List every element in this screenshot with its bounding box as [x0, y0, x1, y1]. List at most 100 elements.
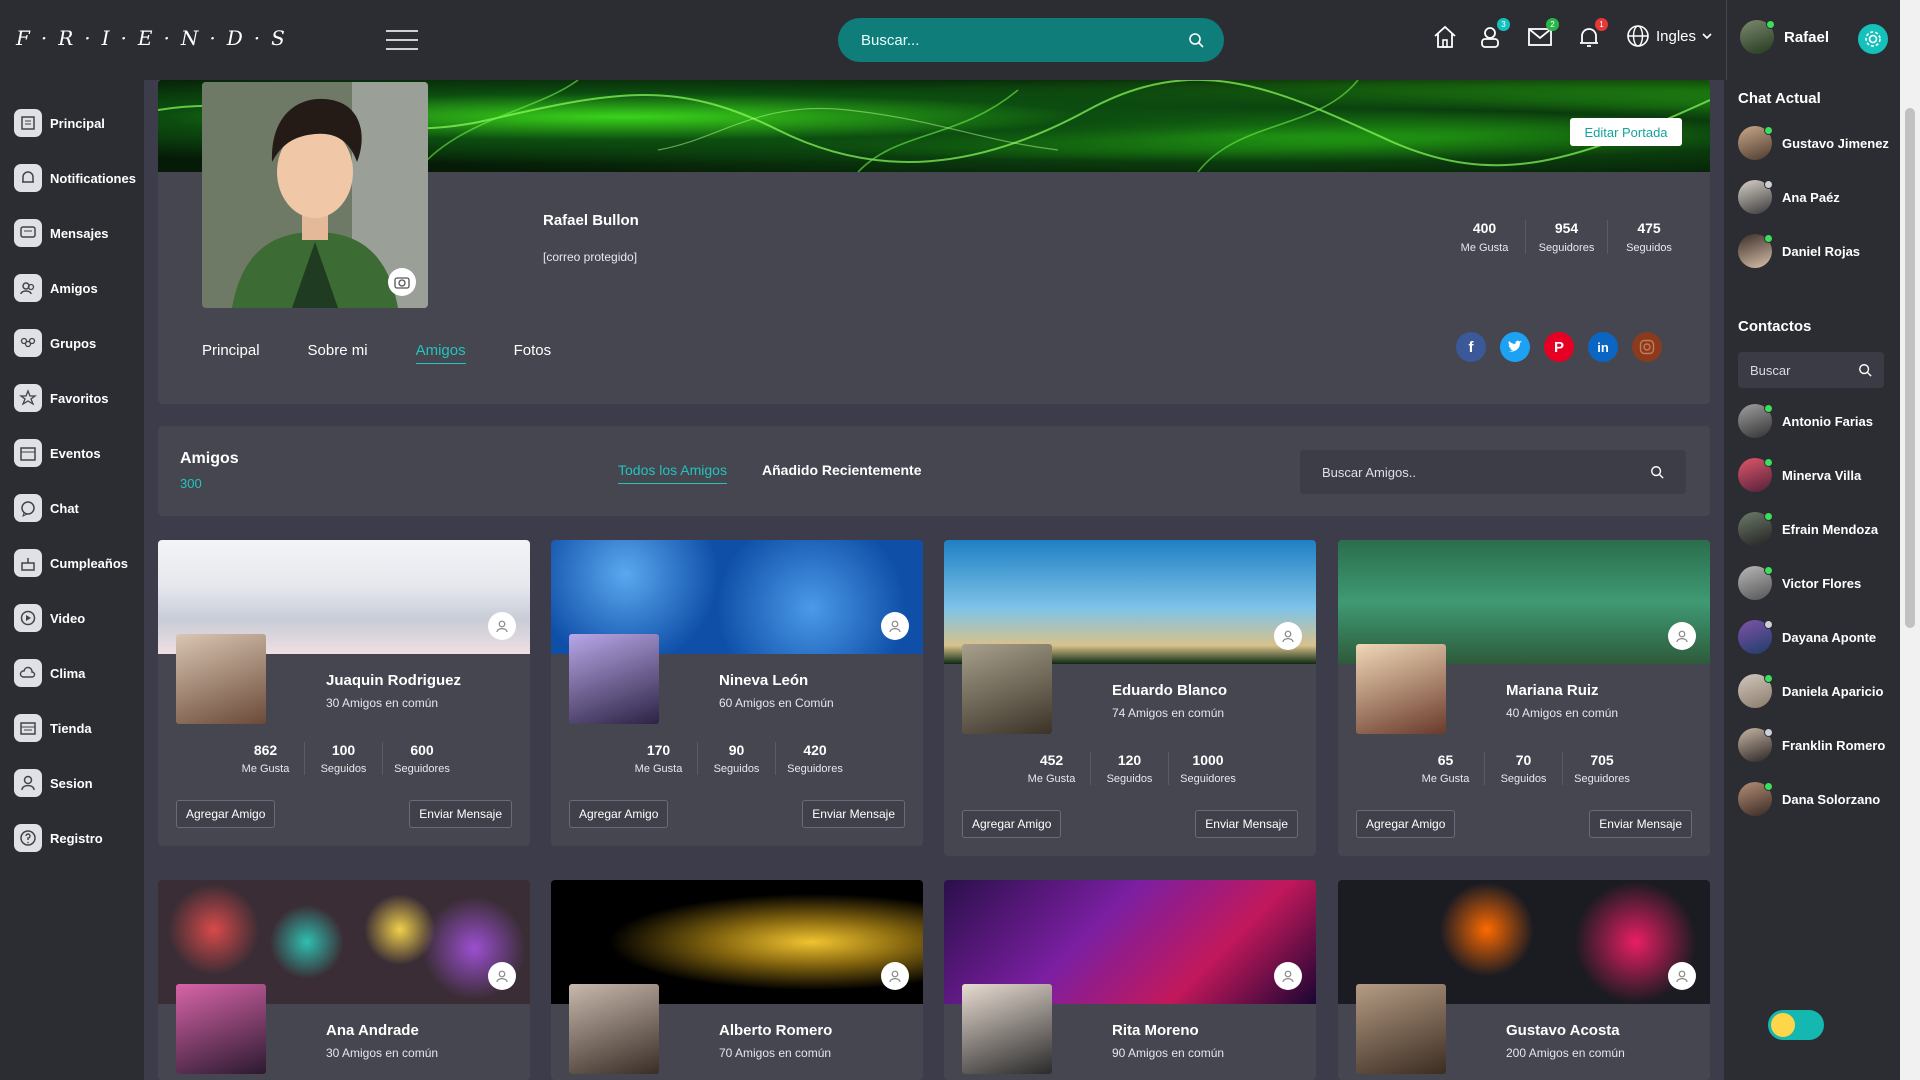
page-scrollbar[interactable] — [1900, 0, 1920, 1080]
friend-name[interactable]: Juaquin Rodriguez — [326, 672, 461, 689]
pinterest-icon[interactable]: P — [1544, 332, 1574, 362]
friend-name[interactable]: Ana Andrade — [326, 1022, 419, 1039]
send-message-button[interactable]: Enviar Mensaje — [409, 800, 512, 828]
send-message-button[interactable]: Enviar Mensaje — [802, 800, 905, 828]
avatar — [1738, 512, 1773, 546]
friends-search-input[interactable]: Buscar Amigos.. — [1300, 450, 1686, 494]
menu-toggle-icon[interactable] — [386, 30, 418, 50]
scrollbar-thumb[interactable] — [1905, 108, 1915, 628]
friend-avatar[interactable] — [1356, 644, 1446, 734]
friend-name[interactable]: Alberto Romero — [719, 1022, 832, 1039]
global-search-input[interactable]: Buscar... — [838, 18, 1224, 62]
send-message-button[interactable]: Enviar Mensaje — [1589, 810, 1692, 838]
stat-following: 475 Seguidos — [1626, 220, 1672, 254]
sidebar-item-video[interactable]: Video — [14, 603, 85, 633]
contact-item[interactable]: Gustavo Jimenez — [1738, 126, 1889, 160]
contact-item[interactable]: Franklin Romero — [1738, 728, 1885, 762]
home-icon — [14, 109, 42, 137]
search-icon[interactable] — [1858, 363, 1872, 377]
friend-avatar[interactable] — [962, 984, 1052, 1074]
contact-item[interactable]: Daniela Aparicio — [1738, 674, 1883, 708]
friend-avatar[interactable] — [176, 634, 266, 724]
contact-item[interactable]: Minerva Villa — [1738, 458, 1861, 492]
friend-name[interactable]: Gustavo Acosta — [1506, 1022, 1620, 1039]
tab-recent-friends[interactable]: Añadido Recientemente — [762, 462, 921, 478]
friend-name[interactable]: Nineva León — [719, 672, 808, 689]
sidebar-item-label: Grupos — [50, 335, 97, 351]
sidebar-item-cumpleanos[interactable]: Cumpleaños — [14, 548, 128, 578]
user-profile-icon[interactable] — [1668, 622, 1696, 650]
sidebar-item-chat[interactable]: Chat — [14, 493, 79, 523]
contact-item[interactable]: Antonio Farias — [1738, 404, 1873, 438]
search-icon[interactable] — [1650, 465, 1664, 479]
user-profile-icon[interactable] — [488, 962, 516, 990]
sidebar-item-registro[interactable]: Registro — [14, 823, 103, 853]
theme-toggle[interactable] — [1768, 1010, 1824, 1040]
tab-amigos[interactable]: Amigos — [415, 342, 466, 364]
contact-item[interactable]: Ana Paéz — [1738, 180, 1840, 214]
user-profile-icon[interactable] — [488, 612, 516, 640]
send-message-button[interactable]: Enviar Mensaje — [1195, 810, 1298, 838]
tab-all-friends[interactable]: Todos los Amigos — [618, 462, 727, 484]
friend-name[interactable]: Rita Moreno — [1112, 1022, 1199, 1039]
friend-name[interactable]: Eduardo Blanco — [1112, 682, 1227, 699]
user-profile-icon[interactable] — [881, 962, 909, 990]
sidebar-item-favoritos[interactable]: Favoritos — [14, 383, 109, 413]
friend-avatar[interactable] — [176, 984, 266, 1074]
friends-title: Amigos — [180, 450, 239, 467]
contact-item[interactable]: Dana Solorzano — [1738, 782, 1880, 816]
contact-item[interactable]: Efrain Mendoza — [1738, 512, 1878, 546]
friend-stat: 120 Seguidos — [1091, 752, 1169, 785]
user-profile-icon[interactable] — [1274, 962, 1302, 990]
contacts-search-input[interactable]: Buscar — [1738, 352, 1884, 388]
twitter-icon[interactable] — [1500, 332, 1530, 362]
friend-avatar[interactable] — [1356, 984, 1446, 1074]
user-profile-icon[interactable] — [1668, 962, 1696, 990]
bell-icon[interactable]: 1 — [1574, 18, 1608, 52]
friend-avatar[interactable] — [569, 984, 659, 1074]
friend-name[interactable]: Mariana Ruiz — [1506, 682, 1599, 699]
sidebar-item-sesion[interactable]: Sesion — [14, 768, 93, 798]
sidebar-item-tienda[interactable]: Tienda — [14, 713, 92, 743]
edit-cover-button[interactable]: Editar Portada — [1570, 118, 1682, 146]
tab-fotos[interactable]: Fotos — [514, 342, 552, 364]
sidebar-item-grupos[interactable]: Grupos — [14, 328, 96, 358]
user-profile-icon[interactable] — [881, 612, 909, 640]
sidebar-item-amigos[interactable]: Amigos — [14, 273, 98, 303]
add-friend-button[interactable]: Agregar Amigo — [962, 810, 1062, 838]
user-menu[interactable]: Rafael — [1740, 20, 1829, 54]
sidebar-item-eventos[interactable]: Eventos — [14, 438, 101, 468]
gear-icon[interactable] — [1858, 24, 1888, 54]
weather-icon — [14, 659, 42, 687]
tab-sobre-mi[interactable]: Sobre mi — [308, 342, 368, 364]
facebook-icon[interactable]: f — [1456, 332, 1486, 362]
search-icon[interactable] — [1188, 32, 1204, 48]
instagram-icon[interactable] — [1632, 332, 1662, 362]
change-photo-camera-icon[interactable] — [388, 268, 416, 296]
sidebar-item-label: Amigos — [50, 280, 98, 296]
contact-item[interactable]: Dayana Aponte — [1738, 620, 1876, 654]
sidebar-item-mensajes[interactable]: Mensajes — [14, 218, 109, 248]
language-label: Ingles — [1656, 27, 1697, 45]
app-logo[interactable]: F·R·I·E·N·D·S — [16, 26, 296, 50]
home-icon[interactable] — [1430, 22, 1460, 52]
friend-avatar[interactable] — [962, 644, 1052, 734]
mail-icon[interactable]: 2 — [1525, 18, 1559, 52]
friend-avatar[interactable] — [569, 634, 659, 724]
linkedin-icon[interactable]: in — [1588, 332, 1618, 362]
friend-card: Ana Andrade 30 Amigos en común — [158, 880, 530, 1080]
sidebar-item-principal[interactable]: Principal — [14, 108, 105, 138]
add-friend-button[interactable]: Agregar Amigo — [569, 800, 669, 828]
add-friend-button[interactable]: Agregar Amigo — [176, 800, 276, 828]
tab-principal[interactable]: Principal — [202, 342, 260, 364]
sidebar-item-clima[interactable]: Clima — [14, 658, 85, 688]
sidebar-item-notificationes[interactable]: Notificationes — [14, 163, 136, 193]
add-friend-button[interactable]: Agregar Amigo — [1356, 810, 1456, 838]
notifications-badge: 1 — [1595, 18, 1608, 31]
contact-item[interactable]: Victor Flores — [1738, 566, 1861, 600]
contact-item[interactable]: Daniel Rojas — [1738, 234, 1860, 268]
star-icon — [14, 384, 42, 412]
language-selector[interactable]: Ingles — [1626, 24, 1712, 48]
friend-requests-icon[interactable]: 3 — [1476, 18, 1510, 52]
user-profile-icon[interactable] — [1274, 622, 1302, 650]
